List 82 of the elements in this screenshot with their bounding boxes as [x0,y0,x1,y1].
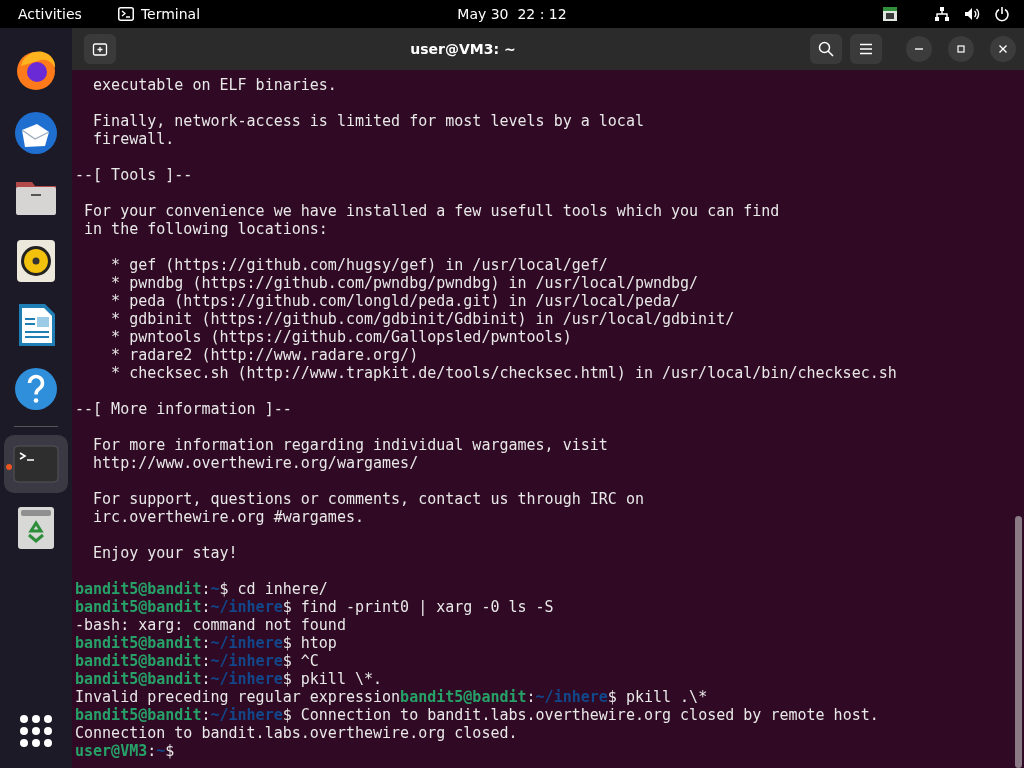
new-tab-button[interactable] [84,34,116,64]
terminal-text: Finally, network-access is limited for most levels by a local [92,112,644,130]
activities-button[interactable]: Activities [18,6,82,22]
prompt-user: bandit5@bandit [75,670,202,688]
terminal-icon [13,445,59,483]
terminal-icon [117,7,134,21]
search-button[interactable] [810,34,842,64]
terminal-text: $ ^C [282,652,319,670]
terminal-text: : [201,598,211,616]
help-icon [13,366,59,412]
terminal-text: $ find -print0 | xarg -0 ls -S [282,598,554,616]
terminal-text: Connection to bandit.labs.overthewire.org closed. [75,724,518,742]
prompt-path: ~ [156,742,166,760]
prompt-user: bandit5@bandit [75,598,202,616]
terminal-text: * radare2 (http://www.radare.org/) [110,346,419,364]
clock[interactable]: May 30 22 : 12 [457,6,567,22]
close-icon [998,44,1008,54]
terminal-text: : [526,688,536,706]
terminal-text: : [201,652,211,670]
prompt-path: ~/inhere [210,598,283,616]
menu-button[interactable] [850,34,882,64]
prompt-path: ~/inhere [210,652,283,670]
indicator-icon[interactable] [882,6,898,22]
terminal-text: --[ More information ]-- [75,400,292,418]
power-icon[interactable] [994,6,1010,22]
terminal-text: : [201,634,211,652]
search-icon [818,41,834,57]
terminal-text: * pwndbg (https://github.com/pwndbg/pwndbg) in /usr/local/pwndbg/ [110,274,699,292]
app-grid-icon[interactable] [19,714,53,748]
mail-globe-icon [13,110,59,156]
terminal-text: For more information regarding individual wargames, visit [92,436,608,454]
prompt-path: ~ [210,580,220,598]
terminal-text: : [201,706,211,724]
menu-icon [859,43,873,55]
terminal-text: $ pkill .\* [607,688,708,706]
terminal-text: $ Connection to bandit.labs.overthewire.org closed by remote host. [282,706,879,724]
trash-icon [16,505,56,551]
prompt-user: bandit5@bandit [75,580,202,598]
prompt-user: user@VM3 [75,742,148,760]
prompt-user: bandit5@bandit [75,634,202,652]
prompt-path: ~/inhere [210,670,283,688]
prompt-path: ~/inhere [535,688,608,706]
terminal-text: $ cd inhere/ [219,580,328,598]
terminal-text: http://www.overthewire.org/wargames/ [92,454,419,472]
terminal-text: Enjoy your stay! [92,544,238,562]
terminal-text: in the following locations: [83,220,328,238]
terminal-text: -bash: xarg: command not found [75,616,346,634]
app-menu-label[interactable]: Terminal [140,6,201,22]
terminal-text: $ pkill \*. [282,670,383,688]
terminal-text: For support, questions or comments, contact us through IRC on [92,490,644,508]
terminal-text: * gef (https://github.com/hugsy/gef) in /usr/local/gef/ [110,256,608,274]
prompt-user: bandit5@bandit [75,706,202,724]
terminal-text: : [201,670,211,688]
maximize-icon [956,44,966,54]
terminal-text: $ [165,742,175,760]
running-indicator [6,464,12,470]
network-icon[interactable] [934,6,950,22]
new-tab-icon [92,41,108,57]
terminal-text: executable on ELF binaries. [92,76,337,94]
terminal-text: --[ Tools ]-- [75,166,193,184]
terminal-text: * gdbinit (https://github.com/gdbinit/Gdbinit) in /usr/local/gdbinit/ [110,310,735,328]
prompt-path: ~/inhere [210,634,283,652]
terminal-text: : [147,742,157,760]
terminal-text: * pwntools (https://github.com/Gallopsled/pwntools) [110,328,572,346]
scrollbar[interactable] [1015,516,1022,768]
terminal-text: firewall. [92,130,175,148]
prompt-path: ~/inhere [210,706,283,724]
maximize-button[interactable] [948,36,974,62]
minimize-icon [915,48,923,50]
prompt-user: bandit5@bandit [75,652,202,670]
minimize-button[interactable] [906,36,932,62]
terminal-text: For your convenience we have installed a few usefull tools which you can find [83,202,780,220]
volume-icon[interactable] [964,6,980,22]
terminal-text: : [201,580,211,598]
terminal-text: * checksec.sh (http://www.trapkit.de/tools/checksec.html) in /usr/local/bin/checksec.sh [110,364,897,382]
terminal-text: Invalid preceding regular expression [75,688,401,706]
window-title: user@VM3: ~ [409,41,517,57]
prompt-user: bandit5@bandit [400,688,527,706]
terminal-text: irc.overthewire.org #wargames. [92,508,364,526]
terminal-text: $ htop [282,634,337,652]
terminal-text: * peda (https://github.com/longld/peda.git) in /usr/local/peda/ [110,292,681,310]
close-button[interactable] [990,36,1016,62]
